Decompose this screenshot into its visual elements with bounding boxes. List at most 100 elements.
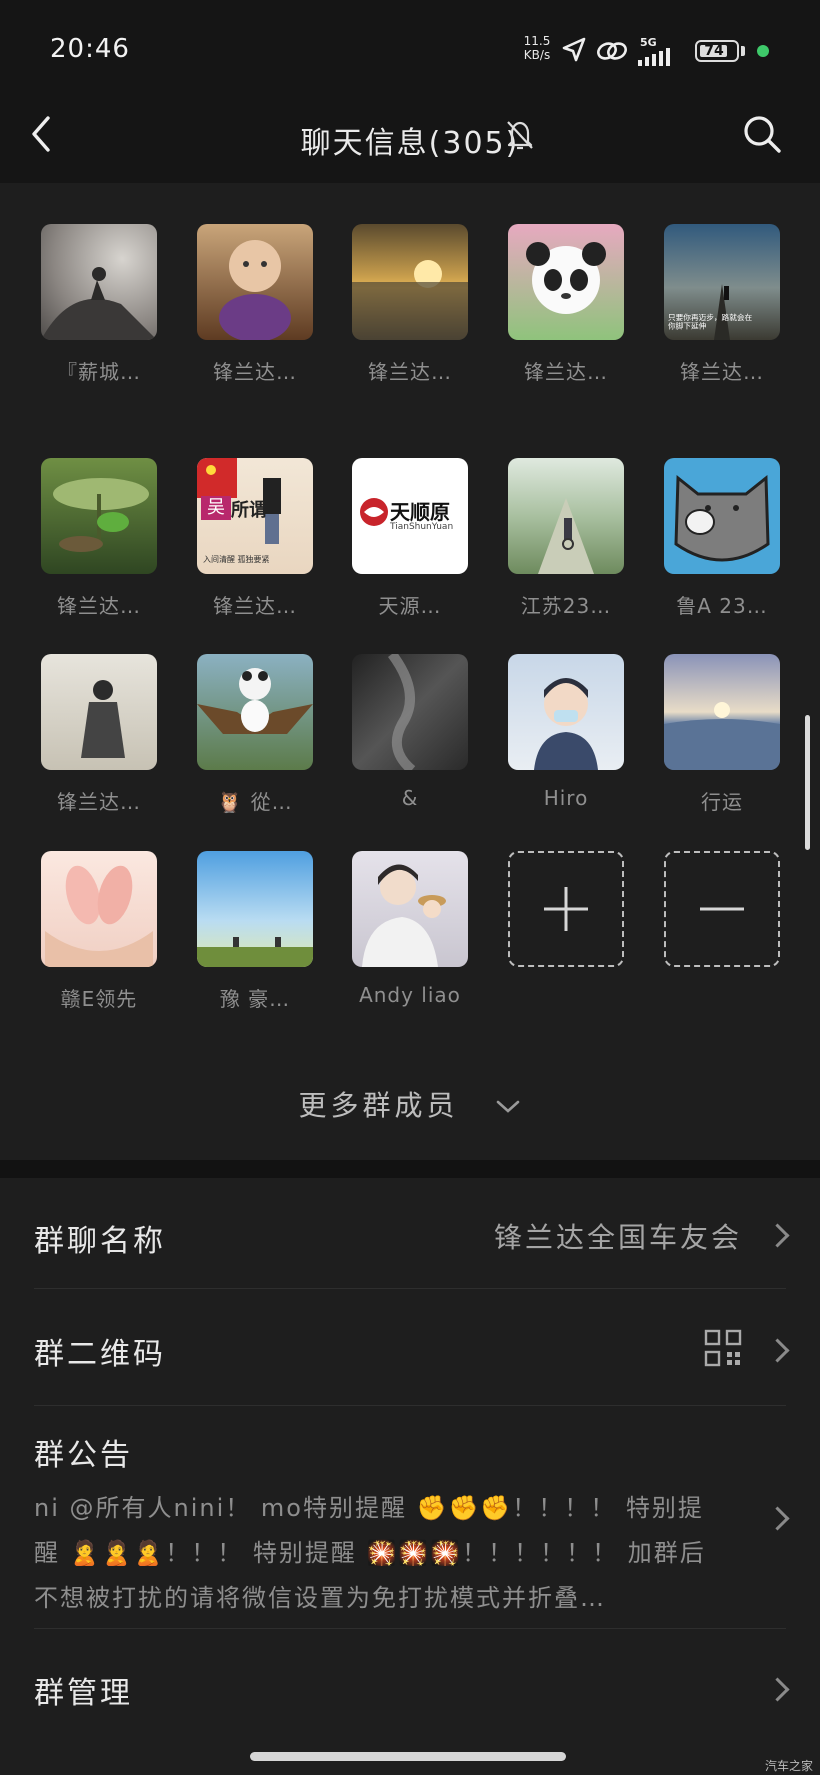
add-member-button[interactable] xyxy=(508,851,624,967)
member-item[interactable]: 锋兰达… xyxy=(352,224,468,385)
member-avatar: 吴 所谓 入间清醒 孤独要紧 xyxy=(197,458,313,574)
mute-bell-icon xyxy=(507,121,533,150)
member-avatar xyxy=(197,654,313,770)
chevron-right-icon xyxy=(765,1223,790,1248)
group-name-label: 群聊名称 xyxy=(34,1224,166,1259)
member-item[interactable]: 锋兰达… xyxy=(197,224,313,385)
more-members-button[interactable]: 更多群成员 xyxy=(0,1084,820,1124)
member-avatar xyxy=(41,851,157,967)
link-icon xyxy=(597,42,627,60)
member-avatar xyxy=(197,851,313,967)
member-name: 『薪城… xyxy=(57,360,141,384)
avatar-text-brand-en: TianShunYuan xyxy=(390,522,454,532)
group-qr-row[interactable]: 群二维码 xyxy=(0,1289,820,1403)
minus-icon xyxy=(700,907,744,911)
privacy-indicator-dot xyxy=(757,45,769,57)
group-manage-label: 群管理 xyxy=(34,1676,133,1711)
member-item[interactable]: 锋兰达… xyxy=(41,654,157,815)
member-name: 赣E领先 xyxy=(60,987,138,1011)
member-name: 天源… xyxy=(378,594,442,618)
avatar-caption: 只要你再迈步，路就会在你脚下延伸 xyxy=(668,314,753,331)
avatar-text-suowei: 所谓 xyxy=(231,500,267,521)
avatar-text-sub: 入间清醒 孤独要紧 xyxy=(203,555,270,564)
member-avatar xyxy=(664,458,780,574)
member-item[interactable]: 吴 所谓 入间清醒 孤独要紧 锋兰达… xyxy=(197,458,313,619)
signal-icon xyxy=(638,48,670,66)
member-avatar xyxy=(352,654,468,770)
remove-member-button[interactable] xyxy=(664,851,780,967)
member-item[interactable]: 🦉 從… xyxy=(197,654,313,815)
page-title: 聊天信息(305) xyxy=(0,118,820,162)
chevron-down-icon xyxy=(497,1100,520,1113)
member-name: 行运 xyxy=(701,790,743,814)
member-avatar xyxy=(664,654,780,770)
qr-code-icon xyxy=(704,1329,742,1367)
member-item[interactable]: 天顺原 TianShunYuan 天源… xyxy=(352,458,468,619)
member-avatar xyxy=(41,224,157,340)
member-item[interactable]: 『薪城… xyxy=(41,224,157,385)
member-avatar xyxy=(508,224,624,340)
group-notice-text: ni @所有人nini！ mo特别提醒 ✊✊✊！！！！ 特别提醒 🙎🙎🙎！！！ … xyxy=(34,1494,706,1612)
row-divider xyxy=(34,1628,786,1629)
chevron-right-icon xyxy=(765,1506,790,1531)
battery-icon: 74 xyxy=(695,40,739,62)
member-item[interactable]: 鲁A 23… xyxy=(664,458,780,619)
member-name: 锋兰达… xyxy=(368,360,452,384)
home-indicator[interactable] xyxy=(250,1752,566,1761)
more-members-label: 更多群成员 xyxy=(298,1089,459,1122)
status-time: 20:46 xyxy=(50,34,130,64)
member-avatar xyxy=(352,224,468,340)
member-name: 江苏23… xyxy=(520,594,612,618)
scrollbar[interactable] xyxy=(805,715,810,850)
member-item[interactable]: 江苏23… xyxy=(508,458,624,619)
avatar-text-wu: 吴 xyxy=(201,496,231,520)
plus-icon xyxy=(544,887,588,931)
member-item[interactable]: & xyxy=(352,654,468,810)
remove-member-frame xyxy=(664,851,780,967)
location-icon xyxy=(562,37,586,62)
member-avatar xyxy=(197,224,313,340)
search-icon[interactable] xyxy=(742,114,782,154)
member-avatar: 天顺原 TianShunYuan xyxy=(352,458,468,574)
member-item[interactable]: 赣E领先 xyxy=(41,851,157,1012)
member-item[interactable]: 锋兰达… xyxy=(508,224,624,385)
member-name: 锋兰达… xyxy=(680,360,764,384)
member-avatar xyxy=(508,654,624,770)
add-member-frame xyxy=(508,851,624,967)
member-name: 锋兰达… xyxy=(213,594,297,618)
group-name-value: 锋兰达全国车友会 xyxy=(493,1221,742,1254)
group-manage-row[interactable]: 群管理 xyxy=(0,1630,820,1740)
member-name: 锋兰达… xyxy=(57,790,141,814)
member-avatar xyxy=(508,458,624,574)
member-name: 鲁A 23… xyxy=(676,594,768,618)
member-item[interactable]: 行运 xyxy=(664,654,780,815)
member-name: & xyxy=(401,786,419,810)
avatar-text-brand: 天顺原 xyxy=(390,500,450,524)
member-avatar xyxy=(352,851,468,967)
group-notice-label: 群公告 xyxy=(34,1438,133,1473)
member-item[interactable]: 只要你再迈步，路就会在你脚下延伸 锋兰达… xyxy=(664,224,780,385)
member-avatar xyxy=(41,458,157,574)
chevron-right-icon xyxy=(765,1677,790,1702)
member-name: 豫 豪… xyxy=(219,987,291,1011)
group-qr-label: 群二维码 xyxy=(34,1337,166,1372)
member-item[interactable]: Andy liao xyxy=(352,851,468,1007)
group-name-row[interactable]: 群聊名称 锋兰达全国车友会 xyxy=(0,1178,820,1288)
section-separator xyxy=(0,1160,820,1178)
member-name: Andy liao xyxy=(359,983,461,1007)
watermark: 汽车之家 xyxy=(765,1759,814,1773)
member-name: 锋兰达… xyxy=(57,594,141,618)
battery-level: 74 xyxy=(704,43,724,59)
battery-tip xyxy=(741,46,745,56)
member-name: 锋兰达… xyxy=(213,360,297,384)
net-speed: 11.5 KB/s xyxy=(523,34,551,62)
member-name: 锋兰达… xyxy=(524,360,608,384)
chevron-right-icon xyxy=(765,1338,790,1363)
member-item[interactable]: 锋兰达… xyxy=(41,458,157,619)
member-avatar xyxy=(41,654,157,770)
page-title-text: 聊天信息(305) xyxy=(300,126,520,161)
member-name: 🦉 從… xyxy=(217,790,293,814)
member-item[interactable]: 豫 豪… xyxy=(197,851,313,1012)
member-item[interactable]: Hiro xyxy=(508,654,624,810)
member-name: Hiro xyxy=(543,786,589,810)
